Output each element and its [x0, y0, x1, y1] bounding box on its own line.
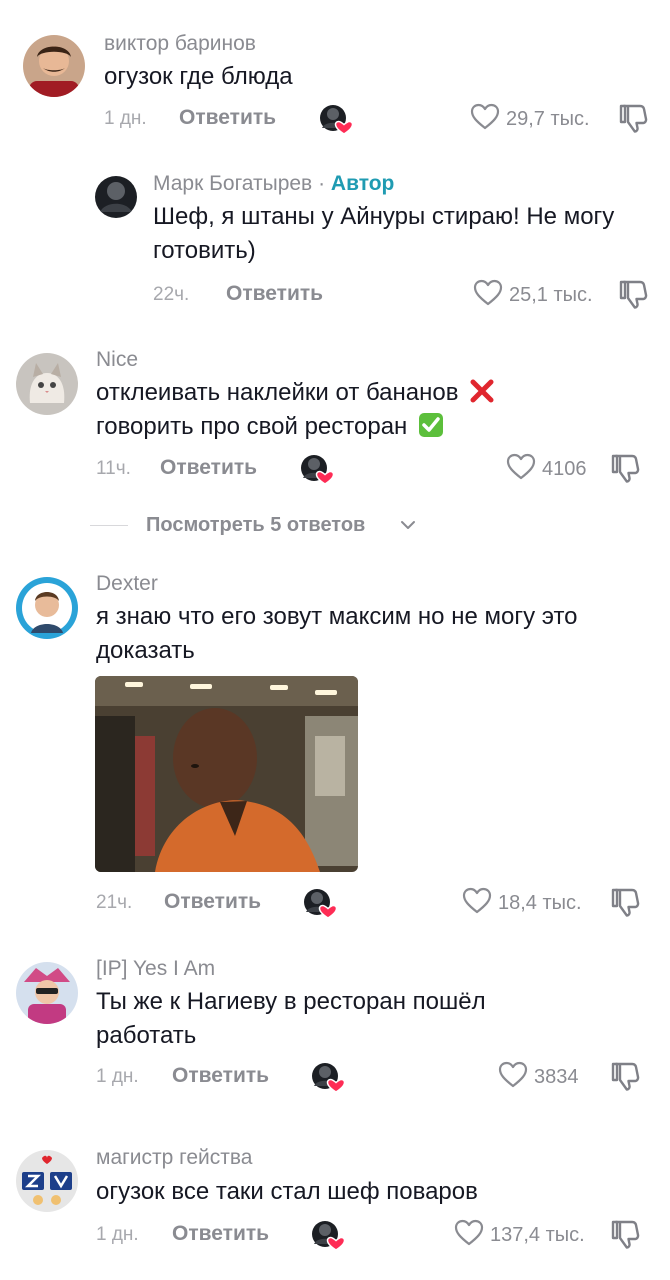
- avatar[interactable]: [16, 962, 78, 1024]
- like-button[interactable]: 25,1 тыс.: [473, 278, 613, 312]
- creator-liked-avatar-icon: [311, 1220, 345, 1252]
- creator-liked-avatar-icon: [303, 888, 337, 920]
- comment-item: магистр гейства огузок все таки стал шеф…: [0, 1130, 670, 1280]
- thumbs-down-icon[interactable]: [610, 1060, 642, 1092]
- comment-actions: 21ч. Ответить 18,4 тыс.: [0, 884, 670, 924]
- thumbs-down-icon[interactable]: [610, 886, 642, 918]
- comment-author[interactable]: Dexter: [96, 572, 158, 596]
- comment-author[interactable]: магистр гейства: [96, 1146, 252, 1170]
- comment-time: 21ч.: [96, 892, 133, 913]
- avatar[interactable]: [95, 176, 137, 218]
- creator-liked-avatar-icon: [300, 454, 334, 486]
- heart-outline-icon: [470, 102, 500, 132]
- reply-button[interactable]: Ответить: [160, 456, 257, 480]
- comment-text: Ты же к Нагиеву в ресторан пошёл работат…: [96, 988, 486, 1049]
- check-mark-icon: [418, 413, 443, 437]
- creator-liked-avatar-icon: [319, 104, 353, 136]
- chevron-down-icon: [401, 521, 415, 529]
- author-separator: ·: [318, 172, 326, 195]
- comment-actions: 1 дн. Ответить 3834: [0, 1058, 670, 1098]
- reply-button[interactable]: Ответить: [179, 106, 276, 130]
- like-count: 3834: [534, 1066, 579, 1088]
- thumbs-down-icon[interactable]: [610, 1218, 642, 1250]
- comment-actions: 11ч. Ответить 4106: [0, 450, 670, 490]
- thumbs-down-icon[interactable]: [618, 278, 650, 310]
- comment-author[interactable]: Nice: [96, 348, 138, 372]
- comment-author[interactable]: Марк Богатырев · Автор: [153, 172, 394, 196]
- view-replies-button[interactable]: Посмотреть 5 ответов: [90, 506, 430, 546]
- cross-mark-icon: [470, 379, 494, 403]
- comment-text-line: говорить про свой ресторан: [96, 410, 636, 444]
- heart-outline-icon: [506, 452, 536, 482]
- comment-text: огузок где блюда: [104, 63, 293, 90]
- creator-liked-avatar-icon: [311, 1062, 345, 1094]
- like-button[interactable]: 18,4 тыс.: [462, 886, 602, 920]
- comment-text-part: говорить про свой ресторан: [96, 413, 408, 440]
- heart-outline-icon: [473, 278, 503, 308]
- comment-time: 1 дн.: [96, 1066, 139, 1087]
- like-button[interactable]: 3834: [498, 1060, 608, 1094]
- reply-button[interactable]: Ответить: [172, 1222, 269, 1246]
- comment-item: Nice отклеивать наклейки от бананов гово…: [0, 330, 670, 500]
- like-button[interactable]: 29,7 тыс.: [470, 102, 610, 136]
- like-count: 25,1 тыс.: [509, 284, 593, 306]
- reply-button[interactable]: Ответить: [172, 1064, 269, 1088]
- comment-text: Шеф, я штаны у Айнуры стираю! Не могу го…: [153, 203, 615, 264]
- divider: [90, 525, 128, 526]
- like-button[interactable]: 4106: [506, 452, 606, 486]
- like-count: 137,4 тыс.: [490, 1224, 585, 1246]
- comment-text: отклеивать наклейки от бананов говорить …: [96, 376, 636, 444]
- comment-actions: 1 дн. Ответить 137,4 тыс.: [0, 1216, 670, 1256]
- comment-image[interactable]: [95, 676, 358, 872]
- reply-button[interactable]: Ответить: [226, 282, 323, 306]
- thumbs-down-icon[interactable]: [618, 102, 650, 134]
- heart-outline-icon: [498, 1060, 528, 1090]
- like-button[interactable]: 137,4 тыс.: [454, 1218, 604, 1252]
- comment-item: виктор баринов огузок где блюда 1 дн. От…: [0, 0, 670, 150]
- author-badge: Автор: [330, 172, 395, 195]
- comment-time: 1 дн.: [104, 108, 147, 129]
- comment-actions: 22ч. Ответить 25,1 тыс.: [0, 276, 670, 316]
- comment-actions: 1 дн. Ответить 29,7 тыс.: [0, 100, 670, 140]
- heart-outline-icon: [454, 1218, 484, 1248]
- author-name: Марк Богатырев: [153, 172, 313, 195]
- comment-time: 1 дн.: [96, 1224, 139, 1245]
- comment-time: 22ч.: [153, 284, 190, 305]
- comment-author[interactable]: виктор баринов: [104, 32, 256, 56]
- comment-author[interactable]: [IP] Yes I Am: [96, 957, 215, 981]
- avatar[interactable]: [23, 35, 85, 97]
- like-count: 18,4 тыс.: [498, 892, 582, 914]
- comment-text: огузок все таки стал шеф поваров: [96, 1178, 478, 1205]
- heart-outline-icon: [462, 886, 492, 916]
- reply-comment-item: Марк Богатырев · Автор Шеф, я штаны у Ай…: [0, 150, 670, 330]
- like-count: 29,7 тыс.: [506, 108, 590, 130]
- view-replies-label: Посмотреть 5 ответов: [146, 514, 366, 536]
- avatar[interactable]: [16, 353, 78, 415]
- comment-text-part: отклеивать наклейки от бананов: [96, 379, 459, 406]
- comment-text-line: отклеивать наклейки от бананов: [96, 376, 636, 410]
- reply-button[interactable]: Ответить: [164, 890, 261, 914]
- comment-time: 11ч.: [96, 458, 131, 479]
- thumbs-down-icon[interactable]: [610, 452, 642, 484]
- comment-item: [IP] Yes I Am Ты же к Нагиеву в ресторан…: [0, 940, 670, 1120]
- avatar[interactable]: [16, 577, 78, 639]
- comment-text: я знаю что его зовут максим но не могу э…: [96, 603, 578, 664]
- like-count: 4106: [542, 458, 587, 480]
- avatar[interactable]: [16, 1150, 78, 1212]
